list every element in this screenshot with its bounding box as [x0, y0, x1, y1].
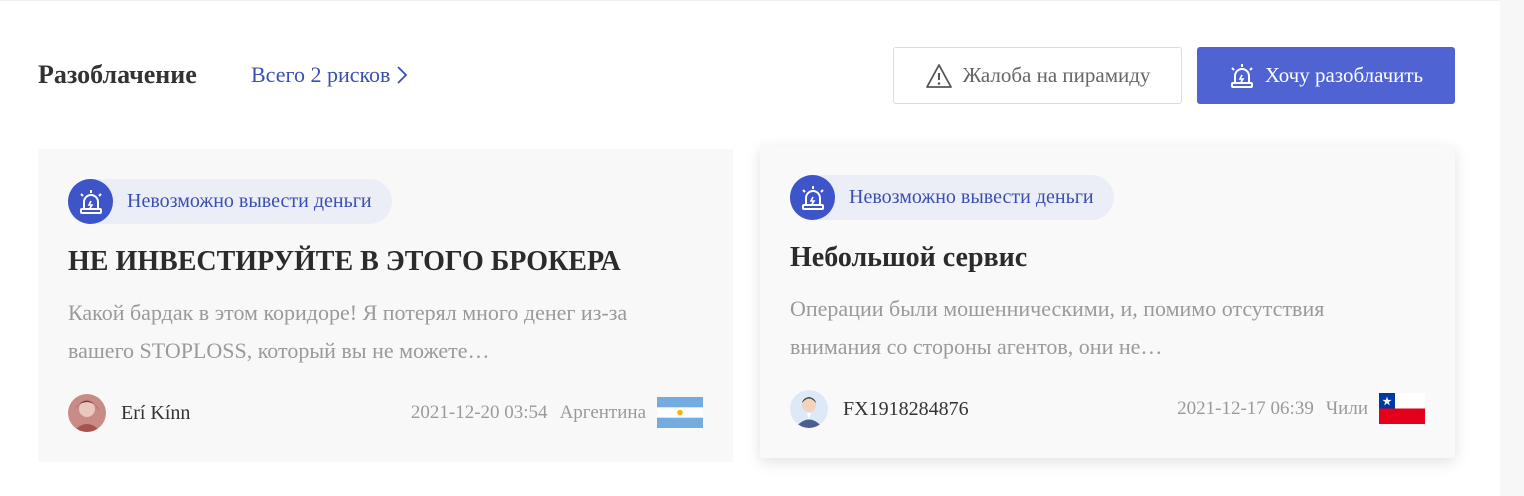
card-datetime: 2021-12-17 06:39	[1177, 397, 1314, 419]
exposure-card[interactable]: Невозможно вывести деньги НЕ ИНВЕСТИРУЙТ…	[38, 149, 733, 462]
argentina-flag-icon	[657, 397, 703, 428]
card-country: Чили	[1325, 397, 1368, 419]
avatar	[790, 390, 828, 428]
card-tag: Невозможно вывести деньги	[790, 175, 1114, 220]
card-meta: 2021-12-17 06:39 Чили	[1177, 393, 1425, 424]
warning-icon	[925, 63, 953, 89]
complain-button-label: Жалоба на пирамиду	[962, 63, 1151, 87]
card-author: FX1918284876	[790, 390, 969, 428]
chevron-right-icon	[397, 66, 408, 84]
exposure-card[interactable]: Невозможно вывести деньги Небольшой серв…	[760, 146, 1455, 458]
card-tag-label: Невозможно вывести деньги	[127, 190, 372, 212]
expose-button-label: Хочу разоблачить	[1264, 63, 1424, 87]
avatar	[68, 394, 106, 432]
author-name: FX1918284876	[843, 397, 969, 420]
chile-flag-icon	[1379, 393, 1425, 424]
card-datetime: 2021-12-20 03:54	[410, 401, 548, 423]
alarm-icon	[790, 175, 835, 220]
total-risks-link[interactable]: Всего 2 рисков	[251, 62, 408, 88]
page-gutter	[1500, 0, 1524, 496]
card-excerpt: Операции были мошенническими, и, помимо …	[790, 296, 1325, 359]
card-excerpt: Какой бардак в этом коридоре! Я потерял …	[68, 300, 628, 363]
alarm-icon	[68, 179, 113, 224]
card-country: Аргентина	[559, 401, 646, 423]
card-tag: Невозможно вывести деньги	[68, 179, 392, 224]
section-title: Разоблачение	[38, 60, 197, 89]
card-meta: 2021-12-20 03:54 Аргентина	[411, 397, 703, 428]
alarm-icon	[1229, 63, 1255, 89]
author-name: Erí Kínn	[121, 401, 191, 424]
complain-pyramid-button[interactable]: Жалоба на пирамиду	[893, 47, 1182, 104]
total-risks-label: Всего 2 рисков	[251, 62, 391, 87]
expose-button[interactable]: Хочу разоблачить	[1197, 47, 1455, 104]
card-title: Небольшой сервис	[790, 242, 1028, 273]
card-tag-label: Невозможно вывести деньги	[849, 186, 1094, 208]
card-author: Erí Kínn	[68, 394, 190, 432]
card-title: НЕ ИНВЕСТИРУЙТЕ В ЭТОГО БРОКЕРА	[68, 246, 621, 277]
